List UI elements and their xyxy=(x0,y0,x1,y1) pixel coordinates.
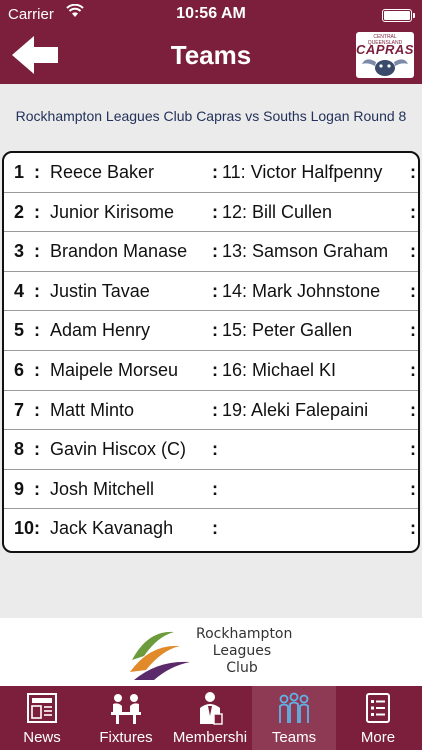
goat-mascot-icon xyxy=(362,59,408,76)
player-name: Adam Henry xyxy=(50,320,151,341)
separator-colon: : xyxy=(410,518,416,539)
separator-colon: : xyxy=(34,162,40,182)
interchange-player: 13: Samson Graham xyxy=(222,241,389,262)
fixtures-icon xyxy=(111,694,141,724)
separator-colon: : xyxy=(34,439,40,460)
tab-membership-label: Membershi xyxy=(172,729,248,746)
separator-colon: : xyxy=(410,241,416,262)
club-name-line: Leagues xyxy=(212,643,272,659)
interchange-player: 19: Aleki Falepaini xyxy=(222,399,369,420)
tab-more-label: More xyxy=(360,729,396,746)
membership-icon xyxy=(200,692,223,725)
separator-colon: : xyxy=(212,518,218,539)
club-name: Rockhampton Leagues Club xyxy=(196,626,293,677)
club-swoosh-logo-icon xyxy=(130,631,190,680)
separator-colon: : xyxy=(212,320,218,341)
separator-colon: : xyxy=(410,320,416,341)
separator-colon: : xyxy=(212,162,218,182)
club-banner: Rockhampton Leagues Club xyxy=(0,618,422,686)
tab-bar: News Fixtures Membershi Teams More xyxy=(0,686,422,750)
separator-colon: : xyxy=(34,478,40,499)
team-row: 5: Adam Henry:15: Peter Gallen: xyxy=(4,311,418,351)
match-title: Rockhampton Leagues Club Capras vs South… xyxy=(15,108,407,124)
player-name: Matt Minto xyxy=(50,399,135,420)
club-name-line: Rockhampton xyxy=(196,626,293,642)
jersey-number: 10 xyxy=(14,518,35,539)
capras-logo: CENTRAL QUEENSLAND CAPRAS xyxy=(356,32,414,78)
separator-colon: : xyxy=(34,320,40,341)
interchange-player: 11: Victor Halfpenny xyxy=(222,162,383,182)
jersey-number: 6 xyxy=(14,360,25,380)
separator-colon: : xyxy=(410,478,416,499)
team-row: 9: Josh Mitchell:: xyxy=(4,470,418,510)
separator-colon: : xyxy=(212,241,218,262)
separator-colon: : xyxy=(410,280,416,301)
team-row: 1: Reece Baker:11: Victor Halfpenny: xyxy=(4,153,418,193)
jersey-number: 7 xyxy=(14,399,25,420)
tab-news-label: News xyxy=(23,729,61,746)
separator-colon: : xyxy=(410,439,416,460)
separator-colon: : xyxy=(34,518,40,539)
separator-colon: : xyxy=(212,201,218,222)
player-name: Maipele Morseu xyxy=(50,360,179,380)
newspaper-icon xyxy=(27,693,57,723)
more-list-icon xyxy=(366,693,390,723)
team-list-table: 1: Reece Baker:11: Victor Halfpenny:2: Jun… xyxy=(2,151,420,553)
jersey-number: 5 xyxy=(14,320,25,341)
status-time: 10:56 AM xyxy=(176,5,246,22)
player-name: Jack Kavanagh xyxy=(50,518,174,539)
team-row: 10: Jack Kavanagh:: xyxy=(4,509,418,549)
interchange-player: 15: Peter Gallen xyxy=(222,320,353,341)
jersey-number: 2 xyxy=(14,201,25,222)
interchange-player: 14: Mark Johnstone xyxy=(222,280,381,301)
interchange-player: 16: Michael KI xyxy=(222,360,337,380)
separator-colon: : xyxy=(212,280,218,301)
jersey-number: 9 xyxy=(14,478,25,499)
battery-icon xyxy=(382,9,415,22)
separator-colon: : xyxy=(212,478,218,499)
tab-membership[interactable]: Membershi xyxy=(168,686,252,750)
player-name: Justin Tavae xyxy=(50,280,150,301)
team-row: 2: Junior Kirisome:12: Bill Cullen: xyxy=(4,193,418,233)
team-row: 7: Matt Minto:19: Aleki Falepaini: xyxy=(4,391,418,431)
player-name: Brandon Manase xyxy=(50,241,188,262)
player-name: Gavin Hiscox (C) xyxy=(50,439,187,460)
interchange-player: 12: Bill Cullen xyxy=(222,201,333,222)
separator-colon: : xyxy=(410,360,416,380)
separator-colon: : xyxy=(212,439,218,460)
separator-colon: : xyxy=(34,241,40,262)
separator-colon: : xyxy=(212,360,218,380)
team-row: 6: Maipele Morseu:16: Michael KI: xyxy=(4,351,418,391)
player-name: Josh Mitchell xyxy=(50,478,155,499)
jersey-number: 4 xyxy=(14,280,25,301)
tab-teams[interactable]: Teams xyxy=(252,686,336,750)
separator-colon: : xyxy=(34,280,40,301)
separator-colon: : xyxy=(212,399,218,420)
team-row: 4: Justin Tavae:14: Mark Johnstone: xyxy=(4,272,418,312)
separator-colon: : xyxy=(410,201,416,222)
navigation-header: Carrier 10:56 AM Teams CENTRAL QUEENSLAN… xyxy=(0,0,422,84)
teams-icon xyxy=(279,692,309,723)
jersey-number: 8 xyxy=(14,439,25,460)
player-name: Junior Kirisome xyxy=(50,201,175,222)
tab-fixtures[interactable]: Fixtures xyxy=(84,686,168,750)
separator-colon: : xyxy=(410,162,416,182)
tab-teams-label: Teams xyxy=(271,729,317,746)
jersey-number: 3 xyxy=(14,241,25,262)
tab-more[interactable]: More xyxy=(336,686,420,750)
team-row: 3: Brandon Manase:13: Samson Graham: xyxy=(4,232,418,272)
tab-news[interactable]: News xyxy=(0,686,84,750)
separator-colon: : xyxy=(34,360,40,380)
club-name-line: Club xyxy=(226,660,258,676)
separator-colon: : xyxy=(34,399,40,420)
separator-colon: : xyxy=(34,201,40,222)
player-name: Reece Baker xyxy=(50,162,155,182)
jersey-number: 1 xyxy=(14,162,25,182)
status-bar: Carrier 10:56 AM xyxy=(0,0,422,30)
team-row: 8: Gavin Hiscox (C):: xyxy=(4,430,418,470)
tab-fixtures-label: Fixtures xyxy=(99,729,153,746)
separator-colon: : xyxy=(410,399,416,420)
